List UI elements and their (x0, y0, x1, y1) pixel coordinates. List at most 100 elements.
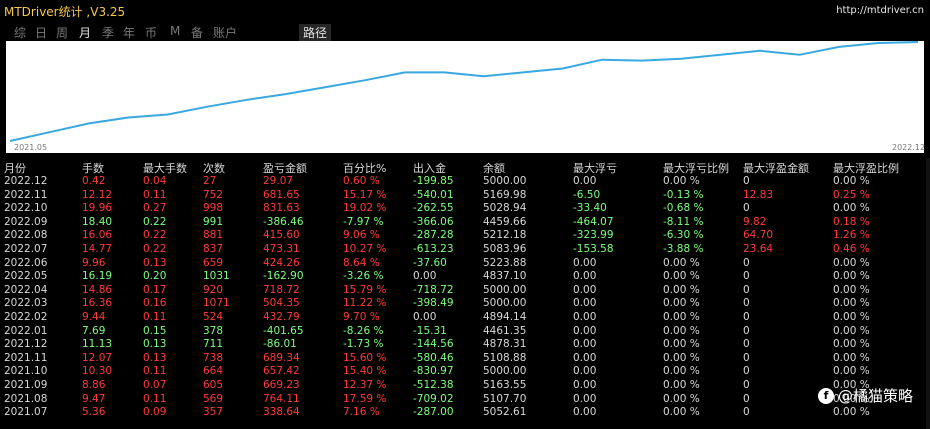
app-title: MTDriver统计 ,V3.25 (4, 5, 126, 19)
column-header-11[interactable]: 最大浮盈比例 (833, 160, 899, 176)
table-cell: 2021.12 (4, 338, 48, 351)
tab-7[interactable]: M (170, 24, 180, 38)
table-cell: -7.97 % (343, 215, 384, 228)
table-cell: 0 (743, 392, 750, 405)
table-cell: 0.13 (143, 351, 167, 364)
table-cell: 0.07 (143, 379, 167, 391)
column-header-3[interactable]: 次数 (203, 160, 225, 176)
watermark-text: @橘猫策略 (838, 387, 914, 405)
table-cell: 689.34 (263, 351, 300, 364)
column-header-5[interactable]: 百分比% (343, 160, 386, 176)
column-header-0[interactable]: 月份 (4, 160, 26, 176)
table-cell: 0.11 (143, 188, 167, 201)
table-cell: 0 (743, 270, 750, 283)
tab-3[interactable]: 月 (79, 24, 91, 41)
tab-10[interactable]: 路径 (299, 24, 332, 41)
tab-9[interactable]: 账户 (213, 24, 237, 41)
website-link[interactable]: http://mtdriver.cn (836, 5, 924, 16)
table-cell: 0.15 (143, 324, 167, 337)
table-cell: 0.00 (573, 311, 597, 323)
table-cell: 11.13 (82, 338, 113, 351)
table-cell: 0.00 % (663, 297, 700, 310)
table-cell: 0.22 (143, 229, 167, 242)
column-header-7[interactable]: 余额 (483, 160, 505, 176)
table-cell: -830.97 (413, 365, 454, 378)
table-cell: 0.00 (573, 365, 597, 378)
table-cell: 378 (203, 324, 224, 337)
table-cell: 5163.55 (483, 379, 527, 391)
table-cell: -8.26 % (343, 324, 384, 337)
table-cell: 2022.07 (4, 243, 48, 255)
column-header-6[interactable]: 出入金 (413, 160, 446, 176)
table-cell: -0.13 % (663, 188, 704, 201)
table-cell: 0.17 (143, 283, 167, 296)
table-cell: 5000.00 (483, 283, 527, 296)
tab-0[interactable]: 综 (14, 24, 26, 41)
column-header-8[interactable]: 最大浮亏 (573, 160, 617, 176)
table-cell: 0.00 % (833, 324, 870, 337)
table-cell: 669.23 (263, 379, 300, 391)
table-cell: 357 (203, 406, 224, 419)
table-cell: -33.40 (573, 202, 607, 215)
table-cell: 0 (743, 311, 750, 323)
table-cell: -540.01 (413, 188, 454, 201)
column-header-10[interactable]: 最大浮盈金额 (743, 160, 809, 176)
table-cell: 0.00 % (833, 365, 870, 378)
table-cell: 2022.12 (4, 175, 48, 187)
table-cell: 9.44 (82, 311, 106, 323)
table-cell: 0 (743, 256, 750, 269)
table-cell: -287.28 (413, 229, 454, 242)
table-cell: 0.11 (143, 311, 167, 323)
table-cell: 19.02 % (343, 202, 387, 215)
watermark: f @橘猫策略 (818, 385, 913, 406)
table-cell: 4894.14 (483, 311, 527, 323)
table-cell: 9.06 % (343, 229, 380, 242)
chart-end-date: 2022.12 (892, 143, 926, 152)
table-cell: 338.64 (263, 406, 300, 419)
table-cell: 12.37 % (343, 379, 387, 391)
table-scrollbar[interactable] (926, 158, 930, 429)
table-cell: 0.00 % (663, 324, 700, 337)
table-cell: 1031 (203, 270, 230, 283)
table-cell: 7.69 (82, 324, 106, 337)
tab-1[interactable]: 日 (35, 24, 47, 41)
table-cell: 0.09 (143, 406, 167, 419)
table-cell: 10.27 % (343, 243, 387, 255)
column-header-9[interactable]: 最大浮亏比例 (663, 160, 729, 176)
table-cell: 657.42 (263, 365, 300, 378)
table-cell: 2022.04 (4, 283, 48, 296)
column-header-2[interactable]: 最大手数 (143, 160, 187, 176)
tab-4[interactable]: 季 (102, 24, 114, 41)
table-cell: -144.56 (413, 338, 454, 351)
table-cell: 0 (743, 365, 750, 378)
table-cell: 664 (203, 365, 224, 378)
table-cell: 2021.11 (4, 351, 48, 364)
table-cell: 837 (203, 243, 224, 255)
table-cell: 0.42 (82, 175, 106, 187)
table-cell: 0 (743, 324, 750, 337)
tab-5[interactable]: 年 (123, 24, 135, 41)
table-cell: 2021.10 (4, 365, 48, 378)
table-cell: 2021.08 (4, 392, 48, 405)
chart-start-date: 2021.05 (14, 143, 48, 152)
table-cell: 29.07 (263, 175, 294, 187)
table-cell: 2022.03 (4, 297, 48, 310)
table-cell: 991 (203, 215, 224, 228)
table-cell: 0.04 (143, 175, 167, 187)
table-cell: 0.00 % (663, 392, 700, 405)
table-cell: 0 (743, 202, 750, 215)
table-cell: 12.12 (82, 188, 113, 201)
table-cell: 0.11 (143, 365, 167, 378)
tab-8[interactable]: 备 (191, 24, 203, 41)
table-cell: 1.26 % (833, 229, 870, 242)
table-cell: 16.06 (82, 229, 113, 242)
table-cell: 0.16 (143, 297, 167, 310)
table-cell: 473.31 (263, 243, 300, 255)
table-cell: 15.79 % (343, 283, 387, 296)
table-cell: 0 (743, 283, 750, 296)
tab-6[interactable]: 币 (145, 24, 157, 41)
tab-2[interactable]: 周 (56, 24, 68, 41)
table-cell: 524 (203, 311, 224, 323)
column-header-1[interactable]: 手数 (82, 160, 104, 176)
column-header-4[interactable]: 盈亏金额 (263, 160, 307, 176)
